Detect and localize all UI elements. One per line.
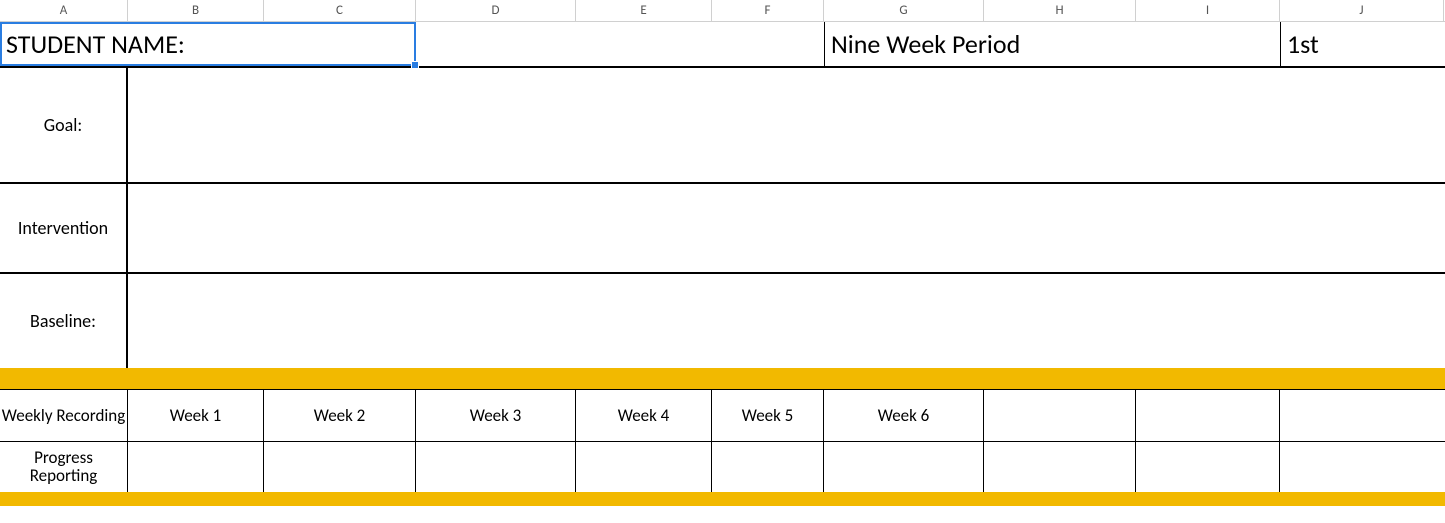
week-cell[interactable]	[984, 390, 1136, 441]
goal-label-cell[interactable]: Goal:	[0, 68, 128, 182]
progress-reporting-row: Progress Reporting	[0, 442, 1445, 492]
period-value-cell[interactable]: 1st	[1280, 22, 1444, 66]
goal-row: Goal:	[0, 68, 1445, 184]
col-header[interactable]: J	[1280, 0, 1444, 21]
week-cell[interactable]: Week 4	[576, 390, 712, 441]
weekly-recording-row: Weekly Recording Week 1 Week 2 Week 3 We…	[0, 390, 1445, 442]
col-header[interactable]: B	[128, 0, 264, 21]
selected-cell[interactable]: STUDENT NAME:	[0, 22, 416, 66]
week-cell[interactable]: Week 1	[128, 390, 264, 441]
week-cell[interactable]: Week 2	[264, 390, 416, 441]
goal-value-cell[interactable]	[128, 68, 1445, 182]
intervention-label-cell[interactable]: Intervention	[0, 184, 128, 272]
baseline-label-cell[interactable]: Baseline:	[0, 274, 128, 368]
progress-cell[interactable]	[1280, 442, 1444, 492]
progress-cell[interactable]	[128, 442, 264, 492]
nine-week-label-cell[interactable]: Nine Week Period	[824, 22, 1136, 66]
progress-cell[interactable]	[712, 442, 824, 492]
fill-handle-icon[interactable]	[411, 61, 419, 69]
col-header[interactable]: A	[0, 0, 128, 21]
col-header[interactable]: F	[712, 0, 824, 21]
col-header[interactable]: D	[416, 0, 576, 21]
column-headers-row: A B C D E F G H I J	[0, 0, 1445, 22]
week-cell[interactable]	[1136, 390, 1280, 441]
col-header[interactable]: H	[984, 0, 1136, 21]
week-cell[interactable]: Week 3	[416, 390, 576, 441]
col-header[interactable]: G	[824, 0, 984, 21]
spreadsheet: A B C D E F G H I J STUDENT NAME: Nine W…	[0, 0, 1445, 506]
progress-cell[interactable]	[1136, 442, 1280, 492]
weekly-recording-label-cell[interactable]: Weekly Recording	[0, 390, 128, 441]
progress-cell[interactable]	[264, 442, 416, 492]
empty-cells[interactable]	[416, 22, 824, 66]
week-cell[interactable]: Week 5	[712, 390, 824, 441]
progress-cell[interactable]	[576, 442, 712, 492]
col-header[interactable]: C	[264, 0, 416, 21]
week-cell[interactable]: Week 6	[824, 390, 984, 441]
week-cell[interactable]	[1280, 390, 1444, 441]
progress-cell[interactable]	[824, 442, 984, 492]
baseline-row: Baseline:	[0, 274, 1445, 368]
intervention-value-cell[interactable]	[128, 184, 1445, 272]
col-header[interactable]: E	[576, 0, 712, 21]
progress-cell[interactable]	[984, 442, 1136, 492]
separator-bar	[0, 492, 1445, 506]
header-row: STUDENT NAME: Nine Week Period 1st	[0, 22, 1445, 68]
progress-reporting-label-cell[interactable]: Progress Reporting	[0, 442, 128, 492]
baseline-value-cell[interactable]	[128, 274, 1445, 368]
intervention-row: Intervention	[0, 184, 1445, 274]
student-name-label: STUDENT NAME:	[6, 28, 185, 60]
empty-cell[interactable]	[1136, 22, 1280, 66]
col-header[interactable]: I	[1136, 0, 1280, 21]
separator-bar	[0, 368, 1445, 390]
progress-cell[interactable]	[416, 442, 576, 492]
